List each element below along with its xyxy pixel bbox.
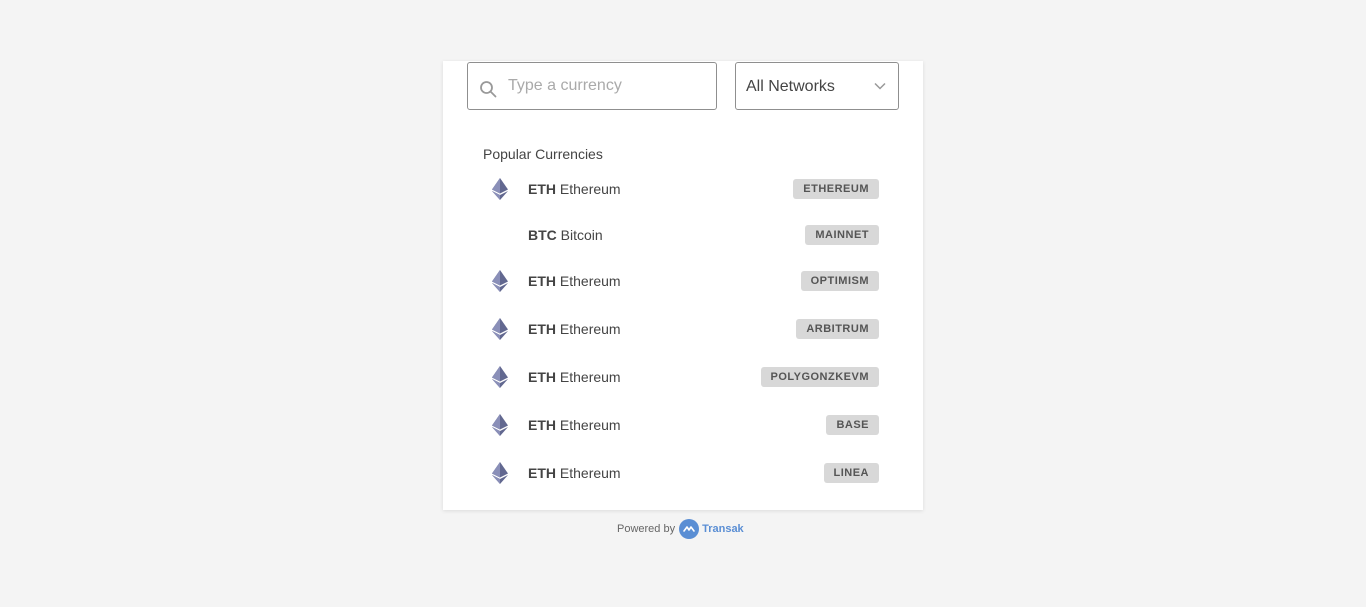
currency-label: ETH Ethereum bbox=[528, 321, 621, 337]
currency-name: Bitcoin bbox=[560, 227, 603, 243]
currency-label: ETH Ethereum bbox=[528, 273, 621, 289]
ethereum-icon bbox=[491, 178, 509, 200]
currency-search-input[interactable] bbox=[508, 63, 708, 109]
currency-name: Ethereum bbox=[559, 273, 621, 289]
currency-search-box[interactable] bbox=[467, 62, 717, 110]
currency-symbol: ETH bbox=[528, 369, 556, 385]
currency-row-eth-ethereum[interactable]: ETH Ethereum ETHEREUM bbox=[483, 171, 879, 207]
currency-row-eth-optimism[interactable]: ETH Ethereum OPTIMISM bbox=[483, 263, 879, 299]
brand-name[interactable]: Transak bbox=[702, 523, 744, 535]
search-icon bbox=[480, 81, 497, 98]
currency-name: Ethereum bbox=[559, 417, 621, 433]
currency-name: Ethereum bbox=[559, 181, 621, 197]
network-badge: BASE bbox=[826, 415, 879, 435]
currency-symbol: BTC bbox=[528, 227, 557, 243]
currency-label: ETH Ethereum bbox=[528, 417, 621, 433]
currency-label: ETH Ethereum bbox=[528, 181, 621, 197]
ethereum-icon bbox=[491, 270, 509, 292]
ethereum-icon bbox=[491, 462, 509, 484]
network-badge: ARBITRUM bbox=[796, 319, 879, 339]
currency-label: ETH Ethereum bbox=[528, 369, 621, 385]
ethereum-icon bbox=[491, 318, 509, 340]
currency-symbol: ETH bbox=[528, 321, 556, 337]
network-badge: ETHEREUM bbox=[793, 179, 879, 199]
currency-label: ETH Ethereum bbox=[528, 465, 621, 481]
network-badge: OPTIMISM bbox=[800, 271, 879, 291]
currency-name: Ethereum bbox=[559, 465, 621, 481]
currency-selector-panel: All Networks Popular Currencies ETH Ethe… bbox=[443, 61, 923, 510]
currency-row-btc-mainnet[interactable]: BTC Bitcoin MAINNET bbox=[483, 217, 879, 253]
currency-symbol: ETH bbox=[528, 273, 556, 289]
network-badge: LINEA bbox=[823, 463, 879, 483]
currency-row-eth-polygonzkevm[interactable]: ETH Ethereum POLYGONZKEVM bbox=[483, 359, 879, 395]
currency-name: Ethereum bbox=[559, 369, 621, 385]
ethereum-icon bbox=[491, 366, 509, 388]
currency-symbol: ETH bbox=[528, 465, 556, 481]
currency-row-eth-arbitrum[interactable]: ETH Ethereum ARBITRUM bbox=[483, 311, 879, 347]
currency-name: Ethereum bbox=[559, 321, 621, 337]
powered-by-label: Powered by bbox=[617, 523, 676, 535]
currency-symbol: ETH bbox=[528, 181, 556, 197]
section-title: Popular Currencies bbox=[483, 146, 603, 162]
currency-row-eth-linea[interactable]: ETH Ethereum LINEA bbox=[483, 455, 879, 491]
ethereum-icon bbox=[491, 414, 509, 436]
network-badge: MAINNET bbox=[805, 225, 879, 245]
currency-label: BTC Bitcoin bbox=[528, 227, 603, 243]
currency-row-eth-base[interactable]: ETH Ethereum BASE bbox=[483, 407, 879, 443]
powered-by-footer: Powered by Transak bbox=[617, 519, 744, 539]
network-filter-dropdown[interactable]: All Networks bbox=[735, 62, 899, 110]
network-filter-value: All Networks bbox=[746, 78, 835, 95]
network-badge: POLYGONZKEVM bbox=[760, 367, 879, 387]
currency-symbol: ETH bbox=[528, 417, 556, 433]
chevron-down-icon bbox=[874, 82, 886, 90]
transak-logo-icon bbox=[679, 519, 700, 539]
